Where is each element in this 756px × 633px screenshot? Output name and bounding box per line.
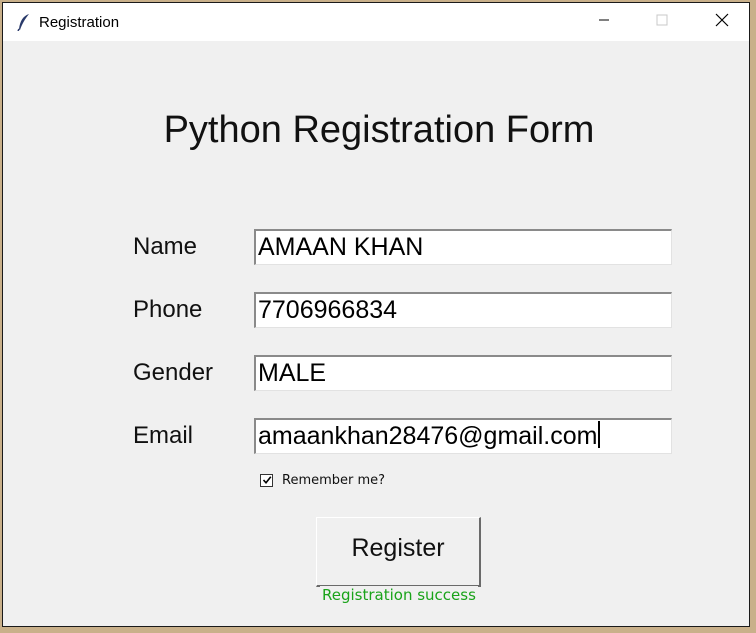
close-button[interactable] [693,3,749,41]
text-cursor [598,421,601,448]
maximize-icon [656,13,668,31]
form-heading: Python Registration Form [163,109,595,151]
remember-me-row[interactable]: Remember me? [260,473,385,488]
email-input[interactable]: amaankhan28476@gmail.com [254,418,672,454]
register-button[interactable]: Register [316,517,481,587]
email-label: Email [133,422,194,449]
checkmark-icon [262,472,272,490]
feather-icon [17,13,31,32]
phone-label: Phone [133,296,203,323]
gender-input[interactable]: MALE [254,355,672,391]
gender-label: Gender [133,359,214,386]
name-input[interactable]: AMAAN KHAN [254,229,672,265]
registration-window: Registration Python Registration Form Na… [2,2,750,627]
close-icon [715,13,729,32]
status-message: Registration success [320,586,478,604]
remember-me-label: Remember me? [282,473,386,488]
window-title: Registration [39,14,120,31]
phone-input[interactable]: 7706966834 [254,292,672,328]
minimize-button[interactable] [575,3,633,41]
remember-me-checkbox[interactable] [260,474,273,487]
name-label: Name [133,233,198,260]
maximize-button[interactable] [633,3,691,41]
minimize-icon [598,13,610,31]
title-bar[interactable]: Registration [3,3,749,41]
email-value: amaankhan28476@gmail.com [258,422,598,450]
